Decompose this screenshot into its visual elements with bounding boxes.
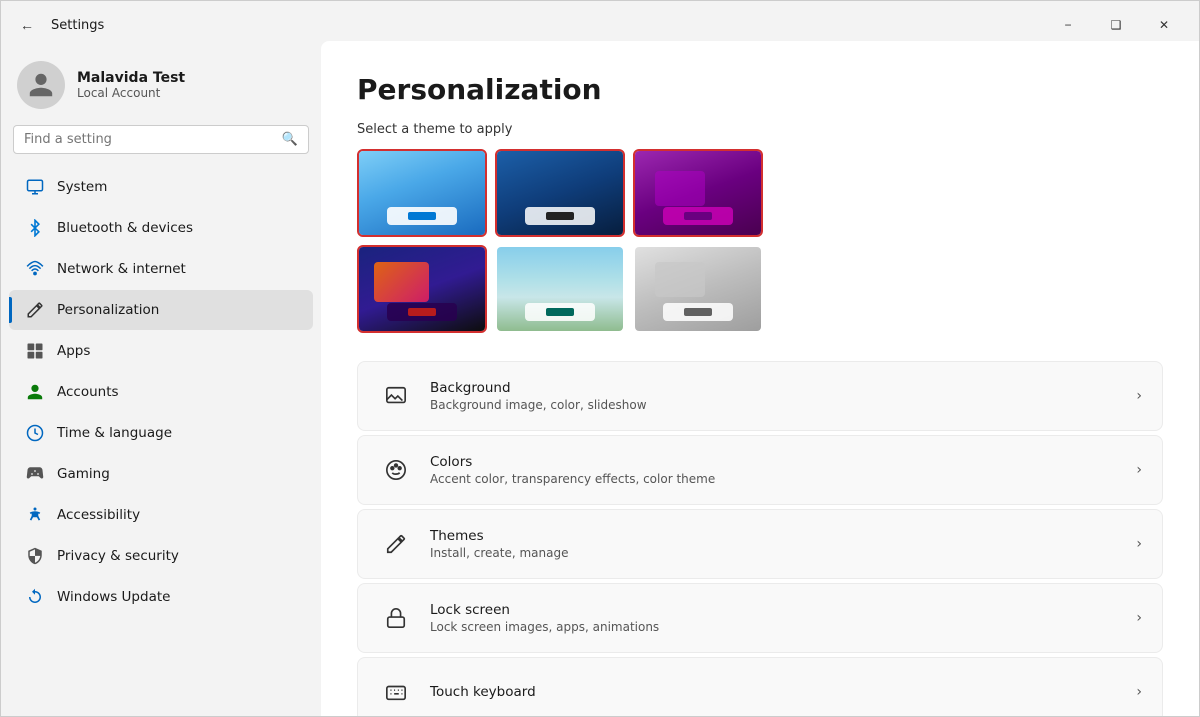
chevron-right-icon: › xyxy=(1136,462,1142,478)
personalization-icon xyxy=(25,300,45,320)
update-icon xyxy=(25,587,45,607)
background-icon xyxy=(378,378,414,414)
main-content: Personalization Select a theme to apply xyxy=(321,41,1199,716)
sidebar-item-label: Bluetooth & devices xyxy=(57,220,193,236)
colors-text: Colors Accent color, transparency effect… xyxy=(430,454,1136,486)
background-text: Background Background image, color, slid… xyxy=(430,380,1136,412)
avatar xyxy=(17,61,65,109)
sidebar-item-label: Apps xyxy=(57,343,90,359)
back-button[interactable]: ← xyxy=(13,11,41,39)
sidebar-item-label: Privacy & security xyxy=(57,548,179,564)
sidebar-item-apps[interactable]: Apps xyxy=(9,331,313,371)
sidebar-item-personalization[interactable]: Personalization xyxy=(9,290,313,330)
accounts-icon xyxy=(25,382,45,402)
chevron-right-icon: › xyxy=(1136,388,1142,404)
user-profile: Malavida Test Local Account xyxy=(1,49,321,125)
search-box[interactable]: 🔍 xyxy=(13,125,309,154)
gaming-icon xyxy=(25,464,45,484)
system-icon xyxy=(25,177,45,197)
sidebar-item-bluetooth[interactable]: Bluetooth & devices xyxy=(9,208,313,248)
sidebar-item-label: System xyxy=(57,179,107,195)
sidebar-item-privacy[interactable]: Privacy & security xyxy=(9,536,313,576)
theme-grid xyxy=(357,149,1163,333)
sidebar-item-gaming[interactable]: Gaming xyxy=(9,454,313,494)
theme-card-3[interactable] xyxy=(633,149,763,237)
maximize-button[interactable]: ❑ xyxy=(1093,9,1139,41)
themes-icon xyxy=(378,526,414,562)
network-icon xyxy=(25,259,45,279)
sidebar-item-accounts[interactable]: Accounts xyxy=(9,372,313,412)
search-icon: 🔍 xyxy=(282,132,298,147)
close-button[interactable]: ✕ xyxy=(1141,9,1187,41)
chevron-right-icon: › xyxy=(1136,536,1142,552)
themes-desc: Install, create, manage xyxy=(430,546,1136,560)
theme-section-label: Select a theme to apply xyxy=(357,122,1163,137)
sidebar-item-label: Personalization xyxy=(57,302,159,318)
settings-item-touchkeyboard[interactable]: Touch keyboard › xyxy=(357,657,1163,716)
chevron-right-icon: › xyxy=(1136,610,1142,626)
colors-desc: Accent color, transparency effects, colo… xyxy=(430,472,1136,486)
nav-list: System Bluetooth & devices xyxy=(1,166,321,618)
window-title: Settings xyxy=(51,18,104,33)
user-account-type: Local Account xyxy=(77,86,185,100)
theme-card-2[interactable] xyxy=(495,149,625,237)
sidebar-item-update[interactable]: Windows Update xyxy=(9,577,313,617)
minimize-button[interactable]: − xyxy=(1045,9,1091,41)
apps-icon xyxy=(25,341,45,361)
theme-card-6[interactable] xyxy=(633,245,763,333)
lockscreen-title: Lock screen xyxy=(430,602,1136,618)
lockscreen-desc: Lock screen images, apps, animations xyxy=(430,620,1136,634)
sidebar-item-time[interactable]: Time & language xyxy=(9,413,313,453)
lockscreen-icon xyxy=(378,600,414,636)
lockscreen-text: Lock screen Lock screen images, apps, an… xyxy=(430,602,1136,634)
bluetooth-icon xyxy=(25,218,45,238)
touchkeyboard-title: Touch keyboard xyxy=(430,684,1136,700)
theme-card-4[interactable] xyxy=(357,245,487,333)
titlebar-left: ← Settings xyxy=(13,11,104,39)
themes-text: Themes Install, create, manage xyxy=(430,528,1136,560)
background-desc: Background image, color, slideshow xyxy=(430,398,1136,412)
theme-card-5[interactable] xyxy=(495,245,625,333)
touchkeyboard-icon xyxy=(378,674,414,710)
sidebar-item-label: Accounts xyxy=(57,384,119,400)
titlebar: ← Settings − ❑ ✕ xyxy=(1,1,1199,41)
colors-icon xyxy=(378,452,414,488)
sidebar: Malavida Test Local Account 🔍 System xyxy=(1,41,321,716)
settings-item-colors[interactable]: Colors Accent color, transparency effect… xyxy=(357,435,1163,505)
sidebar-item-network[interactable]: Network & internet xyxy=(9,249,313,289)
chevron-right-icon: › xyxy=(1136,684,1142,700)
background-title: Background xyxy=(430,380,1136,396)
user-info: Malavida Test Local Account xyxy=(77,70,185,100)
window-content: Malavida Test Local Account 🔍 System xyxy=(1,41,1199,716)
titlebar-controls: − ❑ ✕ xyxy=(1045,9,1187,41)
touchkeyboard-text: Touch keyboard xyxy=(430,684,1136,700)
settings-item-themes[interactable]: Themes Install, create, manage › xyxy=(357,509,1163,579)
active-indicator xyxy=(9,297,12,323)
sidebar-item-accessibility[interactable]: Accessibility xyxy=(9,495,313,535)
settings-window: ← Settings − ❑ ✕ Malavida Test Local Acc… xyxy=(0,0,1200,717)
page-title: Personalization xyxy=(357,73,1163,106)
sidebar-item-system[interactable]: System xyxy=(9,167,313,207)
accessibility-icon xyxy=(25,505,45,525)
sidebar-item-label: Time & language xyxy=(57,425,172,441)
settings-item-lockscreen[interactable]: Lock screen Lock screen images, apps, an… xyxy=(357,583,1163,653)
sidebar-item-label: Accessibility xyxy=(57,507,140,523)
settings-list: Background Background image, color, slid… xyxy=(357,361,1163,716)
user-name: Malavida Test xyxy=(77,70,185,86)
time-icon xyxy=(25,423,45,443)
colors-title: Colors xyxy=(430,454,1136,470)
sidebar-item-label: Windows Update xyxy=(57,589,170,605)
search-input[interactable] xyxy=(24,132,274,147)
privacy-icon xyxy=(25,546,45,566)
sidebar-item-label: Network & internet xyxy=(57,261,186,277)
sidebar-item-label: Gaming xyxy=(57,466,110,482)
themes-title: Themes xyxy=(430,528,1136,544)
theme-card-1[interactable] xyxy=(357,149,487,237)
settings-item-background[interactable]: Background Background image, color, slid… xyxy=(357,361,1163,431)
